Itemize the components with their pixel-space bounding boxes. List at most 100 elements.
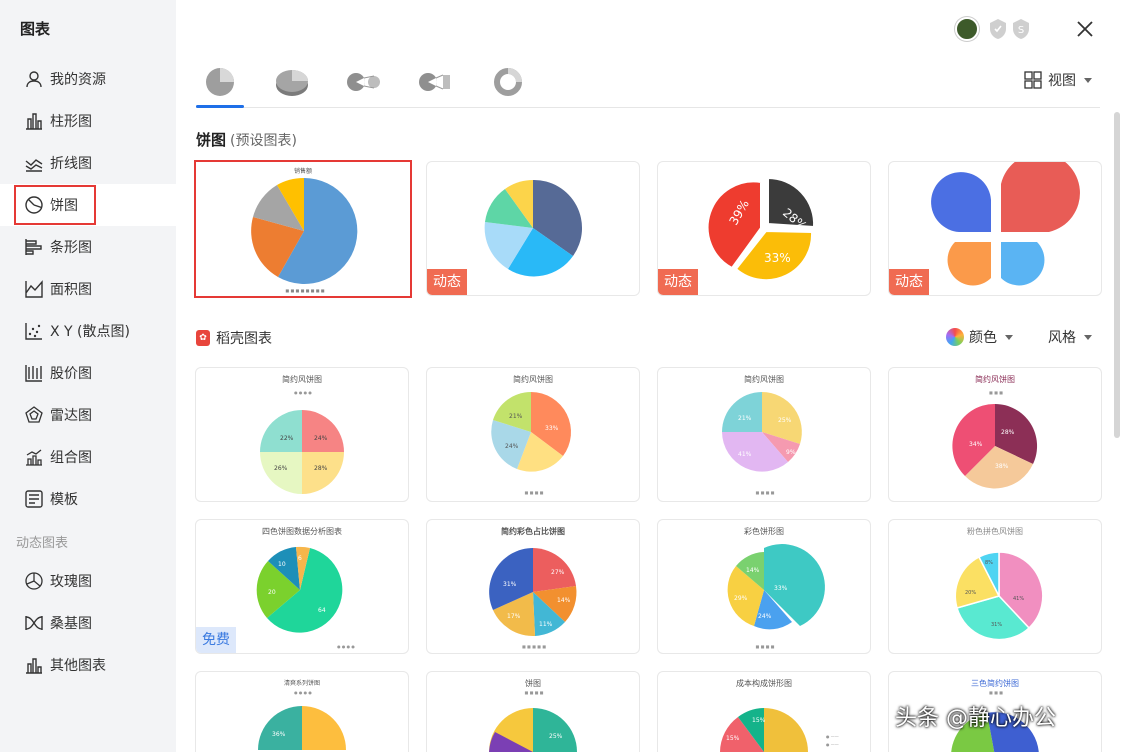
close-icon[interactable] [1072, 16, 1098, 42]
scatter-chart-icon [24, 321, 44, 341]
slice-label: 64 [318, 607, 326, 614]
sidebar-item-sankey[interactable]: 桑基图 [0, 602, 176, 644]
svg-text:● ——: ● —— [826, 742, 839, 747]
slice-label: 14% [746, 567, 760, 574]
bar-of-pie-type-icon [419, 73, 450, 91]
sidebar-item-my-resources[interactable]: 我的资源 [0, 58, 176, 100]
rose-chart-icon [24, 571, 44, 591]
svg-text:● ● ● ●: ● ● ● ● [294, 690, 312, 695]
tab-pie-of-pie[interactable] [340, 62, 388, 102]
svg-text:■ ■ ■ ■: ■ ■ ■ ■ [525, 490, 544, 495]
pie-thumbnail: 21% 25% 9% 41% ■ ■ ■ ■ [722, 392, 802, 495]
sidebar-title: 图表 [20, 20, 51, 38]
chevron-down-icon [1084, 77, 1092, 83]
sidebar-item-hbar[interactable]: 条形图 [0, 226, 176, 268]
sidebar-item-combo[interactable]: 组合图 [0, 436, 176, 478]
area-chart-icon [24, 279, 44, 299]
pie-type-icon [206, 68, 234, 96]
pie-thumbnail: ● ● ● ● 36% [258, 690, 346, 750]
dynamic-tag: 动态 [427, 269, 467, 295]
template-card[interactable]: 粉色拼色风饼图 41% 31% 20% 8% [888, 519, 1102, 654]
template-card[interactable]: 简约风饼图 ● ● ● ● 22% 24% 26% 28% [195, 367, 409, 502]
sidebar-item-stock[interactable]: 股价图 [0, 352, 176, 394]
watermark: 头条 @静心办公 [895, 706, 1056, 731]
slice-label: 17% [507, 613, 521, 620]
slice-label: 15% [752, 717, 766, 724]
tab-bar-of-pie[interactable] [412, 62, 460, 102]
preset-card-dynamic-pie-1[interactable]: 动态 [426, 161, 640, 296]
sidebar-item-bar[interactable]: 柱形图 [0, 100, 176, 142]
template-card[interactable]: 彩色饼形图 33% 24% 29% 14% ■ ■ ■ ■ [657, 519, 871, 654]
slice-label: 31% [503, 581, 517, 588]
membership-badge-icon[interactable] [988, 18, 1008, 40]
template-card[interactable]: 简约风饼图 ■ ■ ■ 28% 38% 34% [888, 367, 1102, 502]
pie-thumbnail: 21% 33% 24% ■ ■ ■ ■ [491, 392, 571, 495]
template-card[interactable]: 简约彩色占比饼图 27% 14% 11% 17% 31% ■ ■ ■ ■ ■ [426, 519, 640, 654]
sidebar-item-scatter[interactable]: X Y (散点图) [0, 310, 176, 352]
sidebar-item-rose[interactable]: 玫瑰图 [0, 560, 176, 602]
preset-card-basic-pie[interactable]: 销售额 ■ ■ ■ ■ ■ ■ ■ ■ [194, 160, 412, 298]
slice-label: 33% [764, 251, 791, 265]
template-card[interactable]: 清爽系列饼图 ● ● ● ● 36% [195, 671, 409, 752]
slice-label: 41% [1013, 596, 1024, 602]
style-label: 风格 [1048, 330, 1076, 346]
sidebar-item-label: 我的资源 [50, 72, 106, 88]
sidebar-item-line[interactable]: 折线图 [0, 142, 176, 184]
slice-label: 15% [726, 735, 740, 742]
svg-text:● ——: ● —— [826, 734, 839, 739]
dynamic-tag: 动态 [658, 269, 698, 295]
tab-3d-pie[interactable] [268, 62, 316, 102]
pie-type-tabs [196, 60, 1100, 108]
user-avatar[interactable] [955, 17, 979, 41]
template-card[interactable]: 四色饼图数据分析图表 64 20 10 6 ● ● ● ● 免费 [195, 519, 409, 654]
sidebar-item-label: 条形图 [50, 240, 92, 256]
preset-section-title: 饼图 (预设图表) [196, 129, 297, 150]
template-card[interactable]: 简约风饼图 21% 33% 24% ■ ■ ■ ■ [426, 367, 640, 502]
dynamic-tag: 动态 [889, 269, 929, 295]
template-card[interactable]: 饼图 ■ ■ ■ ■ 25% [426, 671, 640, 752]
doughnut-type-icon [494, 68, 522, 96]
sidebar-item-other[interactable]: 其他图表 [0, 644, 176, 686]
preset-subtitle: (预设图表) [230, 133, 297, 149]
sidebar-item-radar[interactable]: 雷达图 [0, 394, 176, 436]
tab-doughnut[interactable] [484, 62, 532, 102]
view-toggle-button[interactable]: 视图 [1024, 70, 1092, 90]
tab-pie[interactable] [196, 62, 244, 108]
view-label: 视图 [1048, 73, 1076, 89]
preset-card-dynamic-pie-2[interactable]: 39% 28% 33% 动态 [657, 161, 871, 296]
template-card[interactable]: 简约风饼图 21% 25% 9% 41% ■ ■ ■ ■ [657, 367, 871, 502]
slice-label: 24% [758, 613, 772, 620]
grid-view-icon [1024, 71, 1042, 89]
slice-label: 8% [985, 560, 993, 566]
pie-of-pie-type-icon [347, 73, 380, 91]
sidebar-item-label: 桑基图 [50, 616, 92, 632]
radar-chart-icon [24, 405, 44, 425]
slice-label: 22% [280, 435, 294, 442]
slice-label: 9% [786, 449, 796, 456]
daoke-title: 稻壳图表 [216, 331, 272, 347]
scrollbar[interactable] [1114, 112, 1120, 438]
pie-thumbnail: ■ ■ ■ ■ 25% [489, 690, 577, 752]
slice-label: 27% [551, 569, 565, 576]
preset-card-dynamic-petal[interactable]: 动态 [888, 161, 1102, 296]
slice-label: 25% [549, 733, 563, 740]
slice-label: 41% [738, 451, 752, 458]
svg-text:■ ■ ■: ■ ■ ■ [989, 390, 1003, 395]
style-filter-button[interactable]: 风格 [1048, 327, 1092, 347]
sidebar-item-label: 雷达图 [50, 408, 92, 424]
chevron-down-icon [1084, 334, 1092, 340]
hbar-chart-icon [24, 237, 44, 257]
pie-thumbnail: ● ● ● ● 22% 24% 26% 28% [260, 390, 344, 494]
pie-thumbnail: ■ ■ ■ 28% 38% 34% [952, 390, 1038, 489]
dynamic-charts-section-label: 动态图表 [16, 536, 69, 551]
sidebar-item-template[interactable]: 模板 [0, 478, 176, 520]
template-card[interactable]: 成本构成饼形图 15% 15% ● —— ● —— [657, 671, 871, 752]
color-filter-button[interactable]: 颜色 [946, 327, 1013, 347]
slice-label: 24% [314, 435, 328, 442]
sidebar-item-area[interactable]: 面积图 [0, 268, 176, 310]
svg-text:■ ■ ■ ■: ■ ■ ■ ■ [525, 690, 544, 695]
pie-thumbnail: 27% 14% 11% 17% 31% ■ ■ ■ ■ ■ [489, 548, 577, 649]
super-member-badge-icon[interactable]: S [1011, 18, 1031, 40]
svg-text:S: S [1018, 25, 1024, 36]
slice-label: 20 [268, 589, 276, 596]
